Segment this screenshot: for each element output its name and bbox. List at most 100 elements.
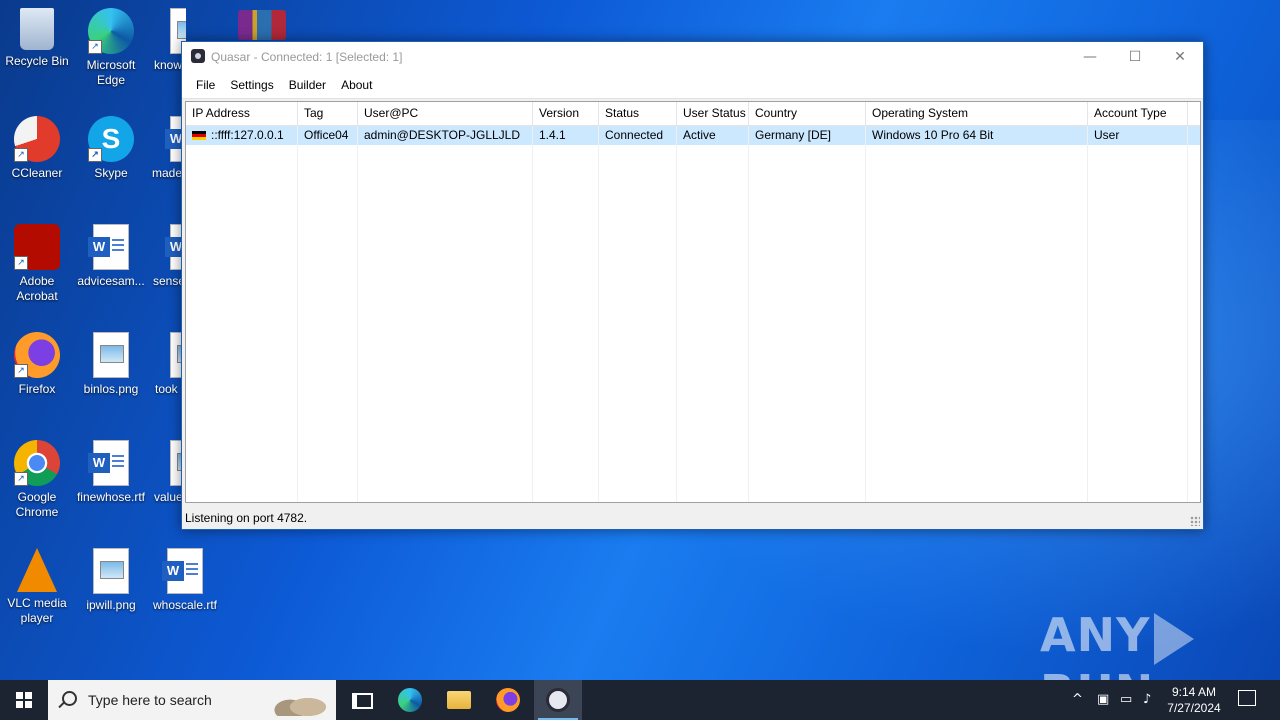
folder-icon — [447, 691, 471, 709]
desktop-icon-firefox[interactable]: ↗ Firefox — [0, 332, 74, 397]
menu-builder[interactable]: Builder — [282, 72, 333, 98]
chevron-up-icon[interactable]: ^ — [1072, 692, 1083, 707]
desktop-icon-label: finewhose.rtf — [76, 490, 146, 504]
desktop-icon-label: CCleaner — [11, 166, 63, 180]
desktop-icon-label: Firefox — [18, 382, 56, 396]
desktop-icon-label: whoscale.rtf — [152, 598, 218, 612]
chrome-icon: ↗ — [14, 440, 60, 486]
taskbar-firefox[interactable] — [484, 680, 532, 720]
desktop-icon-recycle-bin[interactable]: Recycle Bin — [0, 8, 74, 69]
menu-settings[interactable]: Settings — [223, 72, 280, 98]
notification-icon[interactable] — [1238, 690, 1256, 706]
desktop-icon-advicesam[interactable]: W advicesam... — [74, 224, 148, 289]
column-header-user-status[interactable]: User Status — [677, 102, 749, 125]
meet-now-icon[interactable]: ▣ — [1097, 692, 1109, 707]
vlc-icon — [17, 548, 57, 592]
acrobat-icon: ↗ — [14, 224, 60, 270]
desktop-icon-label: VLC media player — [7, 596, 67, 625]
cell-country: Germany [DE] — [755, 128, 832, 142]
column-header-ip-address[interactable]: IP Address — [186, 102, 298, 125]
taskbar-clock[interactable]: 9:14 AM 7/27/2024 — [1160, 684, 1228, 716]
column-header-status[interactable]: Status — [599, 102, 677, 125]
clock-date: 7/27/2024 — [1167, 701, 1221, 715]
menu-about[interactable]: About — [334, 72, 379, 98]
desktop-icon-label: Skype — [94, 166, 128, 180]
search-icon — [62, 691, 77, 706]
desktop-icon-skype[interactable]: S ↗ Skype — [74, 116, 148, 181]
desktop-icon-label: Microsoft Edge — [86, 58, 136, 87]
taskbar-file-explorer[interactable] — [435, 680, 483, 720]
desktop-icon-label: Adobe Acrobat — [16, 274, 58, 303]
column-header-country[interactable]: Country — [749, 102, 866, 125]
taskbar-quasar[interactable] — [534, 680, 582, 720]
cell-user-pc: admin@DESKTOP-JGLLJLD — [364, 128, 521, 142]
cell-operating-system: Windows 10 Pro 64 Bit — [872, 128, 994, 142]
edge-icon — [398, 688, 422, 712]
menu-file[interactable]: File — [189, 72, 222, 98]
desktop-icon-ccleaner[interactable]: ↗ CCleaner — [0, 116, 74, 181]
taskbar: Type here to search ^ ▣ ▭ ♪ 9:14 AM 7/27… — [0, 680, 1280, 720]
column-header-operating-system[interactable]: Operating System — [866, 102, 1088, 125]
desktop-icon-label: Recycle Bin — [5, 54, 69, 68]
cell-account-type: User — [1094, 128, 1120, 142]
cell-version: 1.4.1 — [539, 128, 566, 142]
quasar-app-icon — [191, 49, 205, 63]
desktop-icon-label: Google Chrome — [15, 490, 59, 519]
desktop-icon-vlc[interactable]: VLC media player — [0, 548, 74, 626]
play-icon — [1154, 612, 1195, 665]
minimize-button[interactable]: — — [1067, 42, 1113, 72]
volume-icon[interactable]: ♪ — [1143, 692, 1151, 707]
skype-icon: S ↗ — [88, 116, 134, 162]
winrar-icon[interactable] — [238, 10, 286, 40]
status-text: Listening on port 4782. — [185, 511, 308, 525]
task-view-button[interactable] — [336, 680, 384, 720]
desktop-icon-google-chrome[interactable]: ↗ Google Chrome — [0, 440, 74, 520]
desktop-icon-whoscale[interactable]: W whoscale.rtf — [148, 548, 222, 613]
ccleaner-icon: ↗ — [14, 116, 60, 162]
clients-list[interactable]: IP Address Tag User@PC Version Status Us… — [185, 101, 1201, 503]
status-bar: Listening on port 4782. — [182, 507, 1203, 529]
desktop-icon-microsoft-edge[interactable]: ↗ Microsoft Edge — [74, 8, 148, 88]
taskbar-search-box[interactable]: Type here to search — [48, 680, 336, 720]
title-bar[interactable]: Quasar - Connected: 1 [Selected: 1] — ☐ … — [182, 42, 1203, 72]
cell-tag: Office04 — [304, 128, 349, 142]
task-view-icon — [352, 693, 373, 709]
image-file-icon — [93, 332, 129, 378]
firefox-icon: ↗ — [14, 332, 60, 378]
maximize-button[interactable]: ☐ — [1112, 42, 1158, 72]
cell-status: Connected — [605, 128, 664, 142]
windows-logo-icon — [16, 692, 32, 708]
word-document-icon: W — [88, 440, 129, 486]
desktop-icon-finewhose[interactable]: W finewhose.rtf — [74, 440, 148, 505]
resize-grip-icon[interactable] — [1190, 516, 1200, 526]
table-row[interactable]: ::ffff:127.0.0.1 Office04 admin@DESKTOP-… — [186, 126, 1200, 145]
taskbar-edge[interactable] — [386, 680, 434, 720]
desktop-icon-adobe-acrobat[interactable]: ↗ Adobe Acrobat — [0, 224, 74, 304]
quasar-app-icon — [546, 688, 570, 712]
germany-flag-icon — [192, 131, 206, 141]
column-header-version[interactable]: Version — [533, 102, 599, 125]
word-document-icon: W — [88, 224, 129, 270]
word-document-icon: W — [162, 548, 203, 594]
cell-user-status: Active — [683, 128, 716, 142]
desktop-icon-binlos[interactable]: binlos.png — [74, 332, 148, 397]
watermark-left-text: ANY — [1040, 608, 1151, 662]
window-title: Quasar - Connected: 1 [Selected: 1] — [211, 50, 403, 64]
close-button[interactable]: ✕ — [1157, 42, 1203, 72]
desktop-icon-ipwill[interactable]: ipwill.png — [74, 548, 148, 613]
quasar-window: Quasar - Connected: 1 [Selected: 1] — ☐ … — [181, 41, 1204, 530]
column-gridlines — [186, 126, 1200, 502]
search-highlight-image — [266, 686, 326, 716]
list-header: IP Address Tag User@PC Version Status Us… — [186, 102, 1200, 126]
cell-ip-address: ::ffff:127.0.0.1 — [186, 126, 298, 145]
firefox-icon — [496, 688, 520, 712]
image-file-icon — [93, 548, 129, 594]
network-icon[interactable]: ▭ — [1120, 692, 1132, 707]
column-header-user-pc[interactable]: User@PC — [358, 102, 533, 125]
column-header-tag[interactable]: Tag — [298, 102, 358, 125]
search-placeholder: Type here to search — [88, 692, 212, 708]
column-header-account-type[interactable]: Account Type — [1088, 102, 1188, 125]
menu-bar: File Settings Builder About — [182, 72, 1203, 99]
clock-time: 9:14 AM — [1171, 685, 1217, 699]
start-button[interactable] — [0, 680, 48, 720]
